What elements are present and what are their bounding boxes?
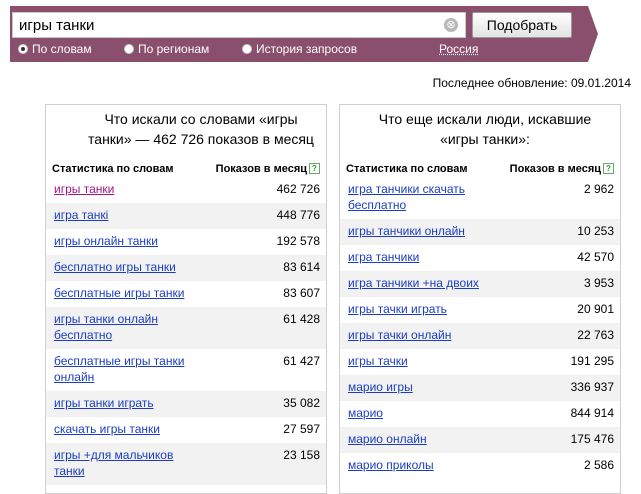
col-words: Статистика по словам: [52, 163, 174, 175]
shows-count: 175 476: [570, 432, 614, 446]
table-row: игры танки играть 35 082: [46, 391, 326, 417]
shows-count: 20 901: [577, 302, 614, 316]
table-row: скачать игры танки 27 597: [46, 417, 326, 443]
shows-count: 2 962: [583, 182, 614, 196]
table-row: игра танчики +на двоих 3 953: [340, 271, 620, 297]
shows-count: 61 427: [283, 354, 320, 368]
left-panel-title: Что искали со словами «игры танки» — 462…: [88, 111, 314, 147]
query-link[interactable]: бесплатные игры танки: [54, 285, 204, 307]
col-shows: Показов в месяц?: [510, 161, 614, 177]
table-row: игра танчики 42 570: [340, 245, 620, 271]
query-link[interactable]: марио онлайн: [348, 431, 498, 453]
shows-count: 83 614: [283, 260, 320, 274]
table-row: игры онлайн танки 192 578: [46, 229, 326, 255]
query-link[interactable]: скачать игры танки: [54, 421, 204, 443]
search-box[interactable]: ⊗: [12, 12, 466, 38]
radio-icon[interactable]: [242, 44, 252, 54]
last-updated: Последнее обновление: 09.01.2014: [432, 76, 631, 90]
query-link[interactable]: игры тачки онлайн: [348, 327, 498, 349]
help-icon[interactable]: ?: [603, 163, 614, 174]
table-row: игры тачки 191 295: [340, 349, 620, 375]
query-link[interactable]: игры танки: [54, 181, 204, 203]
shows-count: 462 726: [276, 182, 320, 196]
mode-by-words[interactable]: По словам: [18, 42, 92, 56]
shows-count: 191 295: [570, 354, 614, 368]
shows-count: 22 763: [577, 328, 614, 342]
table-row: игры танчики онлайн 10 253: [340, 219, 620, 245]
right-rows: игра танчики скачать бесплатно 2 962 игры …: [340, 177, 620, 479]
table-row: игры тачки онлайн 22 763: [340, 323, 620, 349]
clear-icon[interactable]: ⊗: [444, 18, 458, 32]
query-link[interactable]: игры танки играть: [54, 395, 204, 417]
col-shows: Показов в месяц?: [216, 161, 320, 177]
query-link[interactable]: игра танчики +на двоих: [348, 275, 498, 297]
right-table-header: Статистика по словам Показов в месяц?: [340, 161, 620, 177]
left-panel: Что искали со словами «игры танки» — 462…: [45, 104, 327, 494]
shows-count: 2 586: [583, 458, 614, 472]
mode-label: По регионам: [138, 42, 210, 56]
query-link[interactable]: марио: [348, 405, 498, 427]
table-row: игра танкі 448 776: [46, 203, 326, 229]
col-words: Статистика по словам: [346, 163, 468, 175]
query-link[interactable]: игра танчики скачать бесплатно: [348, 181, 498, 219]
query-link[interactable]: игры онлайн танки: [54, 233, 204, 255]
query-link[interactable]: игры тачки играть: [348, 301, 498, 323]
query-link[interactable]: марио игры: [348, 379, 498, 401]
region-link[interactable]: Россия: [439, 42, 478, 56]
radio-icon[interactable]: [18, 44, 28, 54]
submit-button[interactable]: Подобрать: [472, 12, 572, 38]
shows-count: 10 253: [577, 224, 614, 238]
table-row: игры тачки играть 20 901: [340, 297, 620, 323]
table-row: марио онлайн 175 476: [340, 427, 620, 453]
query-link[interactable]: игры +для мальчиков танки: [54, 447, 204, 485]
query-link[interactable]: марио приколы: [348, 457, 498, 479]
table-row: игры +для мальчиков танки 23 158: [46, 443, 326, 485]
query-link[interactable]: игры танчики онлайн: [348, 223, 498, 245]
shows-count: 844 914: [570, 406, 614, 420]
query-link[interactable]: игра танчики: [348, 249, 498, 271]
shows-count: 42 570: [577, 250, 614, 264]
shows-count: 3 953: [583, 276, 614, 290]
help-icon[interactable]: ?: [309, 163, 320, 174]
table-row: марио приколы 2 586: [340, 453, 620, 479]
right-panel-title: Что еще искали люди, искавшие «игры танк…: [378, 111, 592, 147]
shows-count: 192 578: [276, 234, 320, 248]
table-row: игры танки онлайн бесплатно 61 428: [46, 307, 326, 349]
shows-count: 448 776: [276, 208, 320, 222]
shows-count: 35 082: [283, 396, 320, 410]
right-panel: Что еще искали люди, искавшие «игры танк…: [339, 104, 621, 494]
shows-count: 27 597: [283, 422, 320, 436]
query-link[interactable]: игры тачки: [348, 353, 498, 375]
mode-label: История запросов: [256, 42, 358, 56]
search-bar-arrow: [588, 6, 598, 62]
shows-count: 83 607: [283, 286, 320, 300]
table-row: марио игры 336 937: [340, 375, 620, 401]
left-rows: игры танки 462 726 игра танкі 448 776 игры о…: [46, 177, 326, 485]
left-table-header: Статистика по словам Показов в месяц?: [46, 161, 326, 177]
search-input[interactable]: [13, 13, 429, 37]
table-row: марио 844 914: [340, 401, 620, 427]
shows-count: 23 158: [283, 448, 320, 462]
table-row: бесплатно игры танки 83 614: [46, 255, 326, 281]
shows-count: 61 428: [283, 312, 320, 326]
table-row: игра танчики скачать бесплатно 2 962: [340, 177, 620, 219]
table-row: бесплатные игры танки 83 607: [46, 281, 326, 307]
table-row: бесплатные игры танки онлайн 61 427: [46, 349, 326, 391]
mode-label: По словам: [32, 42, 92, 56]
query-link[interactable]: бесплатно игры танки: [54, 259, 204, 281]
table-row: игры танки 462 726: [46, 177, 326, 203]
query-link[interactable]: бесплатные игры танки онлайн: [54, 353, 204, 391]
query-link[interactable]: игры танки онлайн бесплатно: [54, 311, 204, 349]
shows-count: 336 937: [570, 380, 614, 394]
query-link[interactable]: игра танкі: [54, 207, 204, 229]
mode-by-regions[interactable]: По регионам: [124, 42, 209, 56]
mode-history[interactable]: История запросов: [242, 42, 357, 56]
radio-icon[interactable]: [124, 44, 134, 54]
